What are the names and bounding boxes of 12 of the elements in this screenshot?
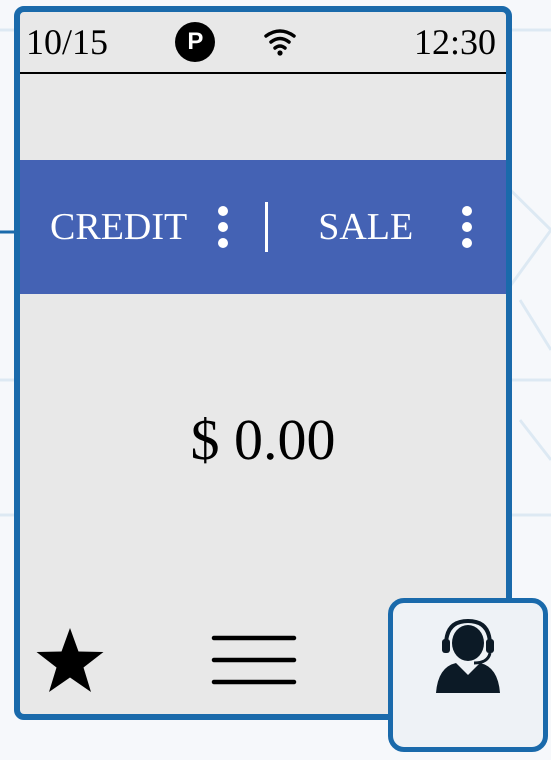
more-icon[interactable] bbox=[461, 205, 474, 249]
transaction-type-text: CREDIT bbox=[50, 205, 188, 249]
parking-badge: P bbox=[175, 22, 216, 62]
star-icon bbox=[35, 627, 105, 693]
more-icon[interactable] bbox=[217, 205, 230, 249]
support-button[interactable] bbox=[388, 598, 548, 752]
date-text: 10/15 bbox=[26, 21, 108, 63]
time-text: 12:30 bbox=[414, 21, 496, 63]
wifi-icon bbox=[262, 27, 297, 57]
transaction-mode-text: SALE bbox=[318, 205, 414, 249]
menu-icon bbox=[211, 634, 297, 686]
amount-text: $ 0.00 bbox=[190, 406, 336, 472]
